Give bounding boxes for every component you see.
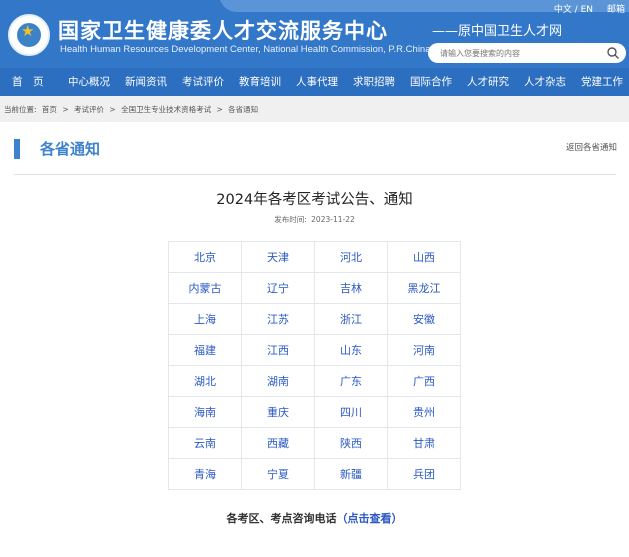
- section-accent-bar: [14, 139, 20, 159]
- breadcrumb-label: 当前位置:: [4, 105, 37, 114]
- breadcrumb: 当前位置: 首页 > 考试评价 > 全国卫生专业技术资格考试 > 各省通知: [4, 104, 261, 115]
- province-link[interactable]: 海南: [168, 396, 242, 428]
- divider: [14, 174, 616, 175]
- nav-item-home[interactable]: 首 页: [12, 68, 44, 96]
- province-row: 福建 江西 山东 河南: [168, 334, 461, 366]
- mail-link[interactable]: 邮箱: [607, 2, 625, 15]
- province-grid: 北京 天津 河北 山西 内蒙古 辽宁 吉林 黑龙江 上海 江苏 浙江 安徽 福建…: [168, 241, 461, 490]
- province-link[interactable]: 陕西: [314, 427, 388, 459]
- publish-date-value: 2023-11-22: [311, 215, 355, 224]
- breadcrumb-qualification-exam[interactable]: 全国卫生专业技术资格考试: [121, 105, 211, 114]
- site-subtitle: Health Human Resources Development Cente…: [60, 44, 431, 55]
- province-row: 北京 天津 河北 山西: [168, 241, 461, 273]
- province-link[interactable]: 湖南: [241, 365, 315, 397]
- province-link[interactable]: 新疆: [314, 458, 388, 490]
- nav-item-training[interactable]: 教育培训: [239, 68, 281, 96]
- province-link[interactable]: 内蒙古: [168, 272, 242, 304]
- province-link[interactable]: 安徽: [387, 303, 461, 335]
- province-link[interactable]: 山西: [387, 241, 461, 273]
- nav-item-magazine[interactable]: 人才杂志: [524, 68, 566, 96]
- nav-item-international[interactable]: 国际合作: [410, 68, 452, 96]
- site-header: ★ 国家卫生健康委人才交流服务中心 Health Human Resources…: [0, 0, 629, 68]
- province-row: 内蒙古 辽宁 吉林 黑龙江: [168, 272, 461, 304]
- province-row: 云南 西藏 陕西 甘肃: [168, 427, 461, 459]
- province-link[interactable]: 四川: [314, 396, 388, 428]
- province-row: 上海 江苏 浙江 安徽: [168, 303, 461, 335]
- publish-date: 发布时间: 2023-11-22: [0, 214, 629, 225]
- province-link[interactable]: 吉林: [314, 272, 388, 304]
- nav-item-research[interactable]: 人才研究: [467, 68, 509, 96]
- province-link[interactable]: 浙江: [314, 303, 388, 335]
- content-card: 各省通知 返回各省通知 2024年各考区考试公告、通知 发布时间: 2023-1…: [0, 122, 629, 557]
- province-link[interactable]: 北京: [168, 241, 242, 273]
- nav-item-exams[interactable]: 考试评价: [182, 68, 224, 96]
- language-switch[interactable]: 中文 / EN: [554, 2, 593, 15]
- search-icon[interactable]: [606, 46, 620, 60]
- hotline-text: 各考区、考点咨询电话: [226, 512, 337, 525]
- breadcrumb-separator: >: [109, 105, 116, 114]
- publish-date-label: 发布时间:: [274, 215, 307, 224]
- back-link[interactable]: 返回各省通知: [566, 141, 617, 153]
- search-input[interactable]: [440, 47, 600, 59]
- hotline-notice: 各考区、考点咨询电话（点击查看）: [0, 510, 629, 526]
- nav-item-about[interactable]: 中心概况: [68, 68, 110, 96]
- province-link[interactable]: 广西: [387, 365, 461, 397]
- province-link[interactable]: 重庆: [241, 396, 315, 428]
- province-link[interactable]: 兵团: [387, 458, 461, 490]
- nav-item-news[interactable]: 新闻资讯: [125, 68, 167, 96]
- province-link[interactable]: 辽宁: [241, 272, 315, 304]
- province-link[interactable]: 甘肃: [387, 427, 461, 459]
- province-link[interactable]: 贵州: [387, 396, 461, 428]
- province-link[interactable]: 江西: [241, 334, 315, 366]
- province-link[interactable]: 云南: [168, 427, 242, 459]
- province-link[interactable]: 宁夏: [241, 458, 315, 490]
- article-title: 2024年各考区考试公告、通知: [216, 192, 413, 208]
- province-link[interactable]: 西藏: [241, 427, 315, 459]
- breadcrumb-home[interactable]: 首页: [42, 105, 57, 114]
- breadcrumb-separator: >: [216, 105, 223, 114]
- former-site-name: ——原中国卫生人才网: [432, 24, 563, 39]
- breadcrumb-exams[interactable]: 考试评价: [74, 105, 104, 114]
- hotline-view-link[interactable]: 点击查看: [348, 512, 392, 525]
- province-link[interactable]: 河北: [314, 241, 388, 273]
- province-row: 湖北 湖南 广东 广西: [168, 365, 461, 397]
- nav-item-personnel[interactable]: 人事代理: [296, 68, 338, 96]
- nav-item-party[interactable]: 党建工作: [581, 68, 623, 96]
- province-link[interactable]: 山东: [314, 334, 388, 366]
- nav-item-jobs[interactable]: 求职招聘: [353, 68, 395, 96]
- province-link[interactable]: 青海: [168, 458, 242, 490]
- site-title: 国家卫生健康委人才交流服务中心: [58, 19, 388, 43]
- province-row: 海南 重庆 四川 贵州: [168, 396, 461, 428]
- star-icon: ★: [21, 22, 35, 40]
- hotline-paren-close: ）: [391, 512, 403, 525]
- province-link[interactable]: 河南: [387, 334, 461, 366]
- site-logo[interactable]: ★: [8, 14, 50, 56]
- province-link[interactable]: 黑龙江: [387, 272, 461, 304]
- province-row: 青海 宁夏 新疆 兵团: [168, 458, 461, 490]
- province-link[interactable]: 福建: [168, 334, 242, 366]
- section-title: 各省通知: [40, 140, 101, 158]
- main-nav: 首 页 中心概况 新闻资讯 考试评价 教育培训 人事代理 求职招聘 国际合作 人…: [0, 68, 629, 96]
- province-link[interactable]: 湖北: [168, 365, 242, 397]
- hotline-paren-open: （: [336, 512, 348, 525]
- province-link[interactable]: 江苏: [241, 303, 315, 335]
- province-link[interactable]: 上海: [168, 303, 242, 335]
- breadcrumb-separator: >: [62, 105, 69, 114]
- province-link[interactable]: 广东: [314, 365, 388, 397]
- province-link[interactable]: 天津: [241, 241, 315, 273]
- search-box: [428, 43, 626, 63]
- breadcrumb-current[interactable]: 各省通知: [228, 105, 258, 114]
